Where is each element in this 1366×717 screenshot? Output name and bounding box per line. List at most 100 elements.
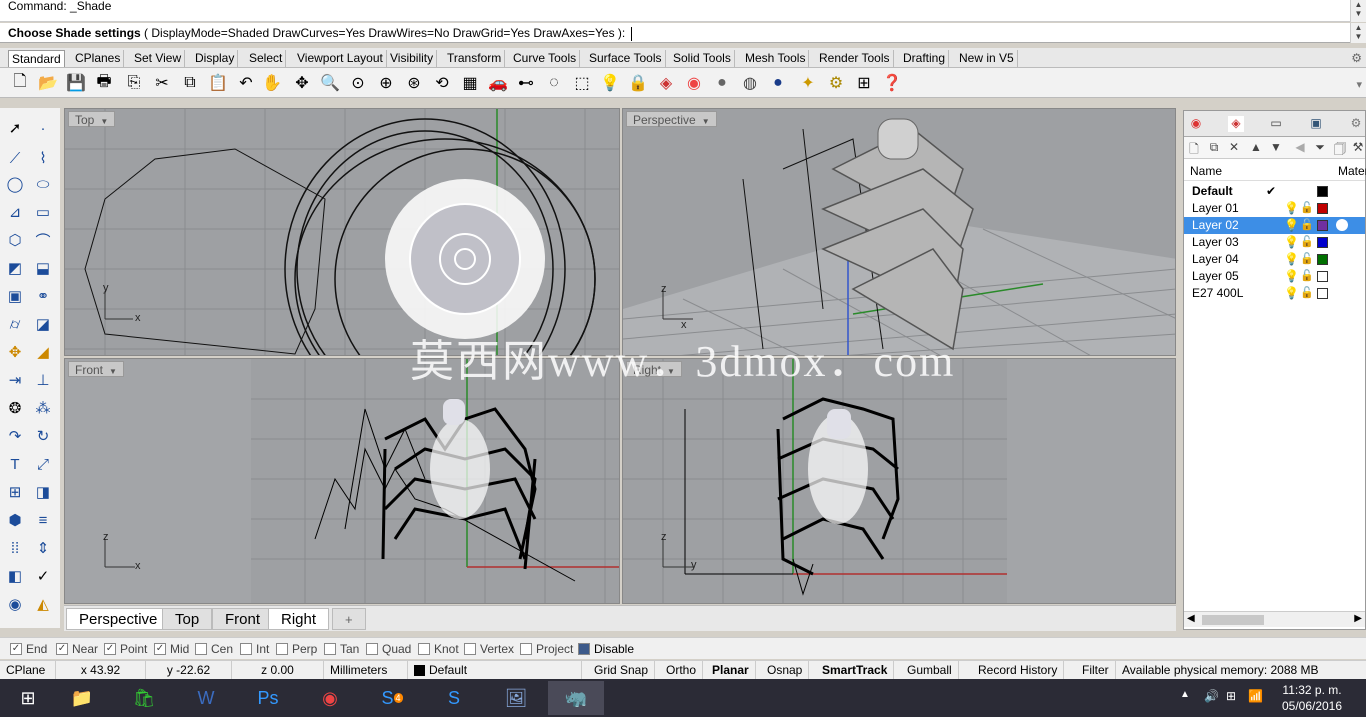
scroll-left-icon[interactable]: ◀	[1187, 613, 1195, 624]
tab-cplanes[interactable]: CPlanes	[72, 50, 125, 67]
checkbox[interactable]: ✓	[154, 643, 166, 655]
viewport-top[interactable]: Top ▼ x y	[64, 108, 620, 356]
layer-row-selected[interactable]: Layer 02 💡 🔓	[1184, 217, 1365, 234]
array-icon[interactable]: ⊞	[2, 480, 28, 504]
layer-row[interactable]: Layer 04 💡 🔓	[1184, 251, 1365, 268]
render-tool-icon[interactable]: ◭	[30, 592, 56, 616]
lock-icon[interactable]: 🔓	[1300, 268, 1314, 285]
ellipse-icon[interactable]: ⬭	[30, 172, 56, 196]
tab-standard[interactable]: Standard	[8, 50, 65, 67]
color-wheel-icon[interactable]: ◉	[682, 71, 706, 95]
scroll-thumb[interactable]	[1202, 615, 1264, 625]
render-icon[interactable]: ●	[766, 71, 790, 95]
analyze-icon[interactable]: ◧	[2, 564, 28, 588]
layer-icon[interactable]: ◈	[654, 71, 678, 95]
shaded-sphere-icon[interactable]: ●	[710, 71, 734, 95]
filter-toggle[interactable]: Filter	[1076, 661, 1116, 680]
checkbox[interactable]	[366, 643, 378, 655]
shade-icon[interactable]: ◉	[2, 592, 28, 616]
windows-start-icon[interactable]: ⊞	[0, 681, 56, 715]
osnap-quad[interactable]: Quad	[366, 641, 411, 657]
viewport-tab-front[interactable]: Front	[212, 608, 274, 630]
visibility-bulb-icon[interactable]: 💡	[1284, 234, 1299, 251]
viewport-menu-icon[interactable]: ▼	[109, 367, 117, 376]
layer-color-swatch[interactable]	[1317, 254, 1328, 265]
panel-options-gear-icon[interactable]: ⚙	[1348, 116, 1364, 132]
tab-solid-tools[interactable]: Solid Tools	[670, 50, 735, 67]
osnap-disable[interactable]: Disable	[578, 641, 634, 657]
record-history-toggle[interactable]: Record History	[972, 661, 1065, 680]
point-icon[interactable]: ·	[30, 116, 56, 140]
volume-icon[interactable]: 🔊	[1204, 689, 1219, 703]
checkbox[interactable]	[324, 643, 336, 655]
move-up-icon[interactable]: ▲	[1248, 140, 1264, 156]
zoom-icon[interactable]: 🔍	[318, 71, 342, 95]
transform-icon[interactable]: ✥	[2, 340, 28, 364]
boolean-icon[interactable]: ⚭	[30, 284, 56, 308]
pan-hand-icon[interactable]: ✋	[260, 71, 284, 95]
help-icon[interactable]: ❓	[880, 71, 904, 95]
viewport-front[interactable]: Front ▼ x z	[64, 358, 620, 604]
tab-set-view[interactable]: Set View	[131, 50, 186, 67]
osnap-knot[interactable]: Knot	[418, 641, 459, 657]
align-icon[interactable]: ⊥	[30, 368, 56, 392]
checkbox[interactable]	[195, 643, 207, 655]
osnap-tan[interactable]: Tan	[324, 641, 359, 657]
delete-layer-icon[interactable]: ✕	[1226, 140, 1242, 156]
visibility-bulb-icon[interactable]: 💡	[1284, 217, 1299, 234]
skype-icon[interactable]: S4	[364, 681, 420, 715]
tab-mesh-tools[interactable]: Mesh Tools	[742, 50, 810, 67]
contour-icon[interactable]: ≡	[30, 508, 56, 532]
new-file-icon[interactable]: 🗋	[8, 71, 32, 95]
osnap-point[interactable]: ✓ Point	[104, 641, 147, 657]
distance-icon[interactable]: ⇕	[30, 536, 56, 560]
add-viewport-tab-button[interactable]: +	[332, 608, 366, 630]
grid-snap-toggle[interactable]: Grid Snap	[588, 661, 656, 680]
help-tab-icon[interactable]: ▣	[1308, 116, 1324, 132]
rhino-icon[interactable]: 🦏	[548, 681, 604, 715]
light-icon[interactable]: ✦	[796, 71, 820, 95]
cylinder-icon[interactable]: ⌭	[2, 312, 28, 336]
layer-color-swatch[interactable]	[1317, 186, 1328, 197]
skype-business-icon[interactable]: S	[426, 681, 482, 715]
lock-icon[interactable]: 🔓	[1300, 200, 1314, 217]
layer-row[interactable]: Layer 03 💡 🔓	[1184, 234, 1365, 251]
viewport-tab-top[interactable]: Top	[162, 608, 213, 630]
new-sublayer-icon[interactable]: ⧉	[1206, 140, 1222, 156]
toolbar-overflow-icon[interactable]: ▾	[1356, 78, 1362, 91]
tab-options-gear-icon[interactable]: ⚙	[1351, 51, 1362, 65]
viewport-tab-right[interactable]: Right	[268, 608, 330, 630]
zoom-selected-icon[interactable]: ⊛	[402, 71, 426, 95]
osnap-near[interactable]: ✓ Near	[56, 641, 98, 657]
tab-drafting[interactable]: Drafting	[900, 50, 950, 67]
osnap-project[interactable]: Project	[520, 641, 573, 657]
checkbox[interactable]	[418, 643, 430, 655]
osnap-int[interactable]: Int	[240, 641, 269, 657]
paste-icon[interactable]: 📋	[206, 71, 230, 95]
osnap-cen[interactable]: Cen	[195, 641, 233, 657]
extrude-icon[interactable]: ⬓	[30, 256, 56, 280]
tab-viewport-layout[interactable]: Viewport Layout	[294, 50, 387, 67]
display-tab-icon[interactable]: ▭	[1268, 116, 1284, 132]
grid-array-icon[interactable]: ⁞⁞	[2, 536, 28, 560]
zoom-extents-icon[interactable]: ⊕	[374, 71, 398, 95]
four-viewports-icon[interactable]: ▦	[458, 71, 482, 95]
cut-icon[interactable]: ✂	[150, 71, 174, 95]
import-icon[interactable]: ⎘	[122, 71, 146, 95]
clock-time[interactable]: 11:32 p. m.	[1272, 683, 1352, 697]
viewport-label-perspective[interactable]: Perspective ▼	[626, 111, 717, 127]
lock-icon[interactable]: 🔓	[1300, 217, 1314, 234]
network-icon[interactable]: 📶	[1248, 689, 1263, 703]
tab-display[interactable]: Display	[192, 50, 239, 67]
save-icon[interactable]: 💾	[64, 71, 88, 95]
osnap-mid[interactable]: ✓ Mid	[154, 641, 189, 657]
tools-icon[interactable]: ⚒	[1350, 140, 1366, 156]
visibility-bulb-icon[interactable]: 💡	[1284, 285, 1299, 302]
copy-icon[interactable]: ⧉	[178, 71, 202, 95]
chrome-icon[interactable]: ◉	[302, 681, 358, 715]
select-arrow-icon[interactable]: ➚	[2, 116, 28, 140]
move-down-icon[interactable]: ▼	[1268, 140, 1284, 156]
lightbulb-icon[interactable]: 💡	[598, 71, 622, 95]
gumball-toggle[interactable]: Gumball	[901, 661, 959, 680]
cplane-status[interactable]: CPlane	[0, 661, 56, 680]
